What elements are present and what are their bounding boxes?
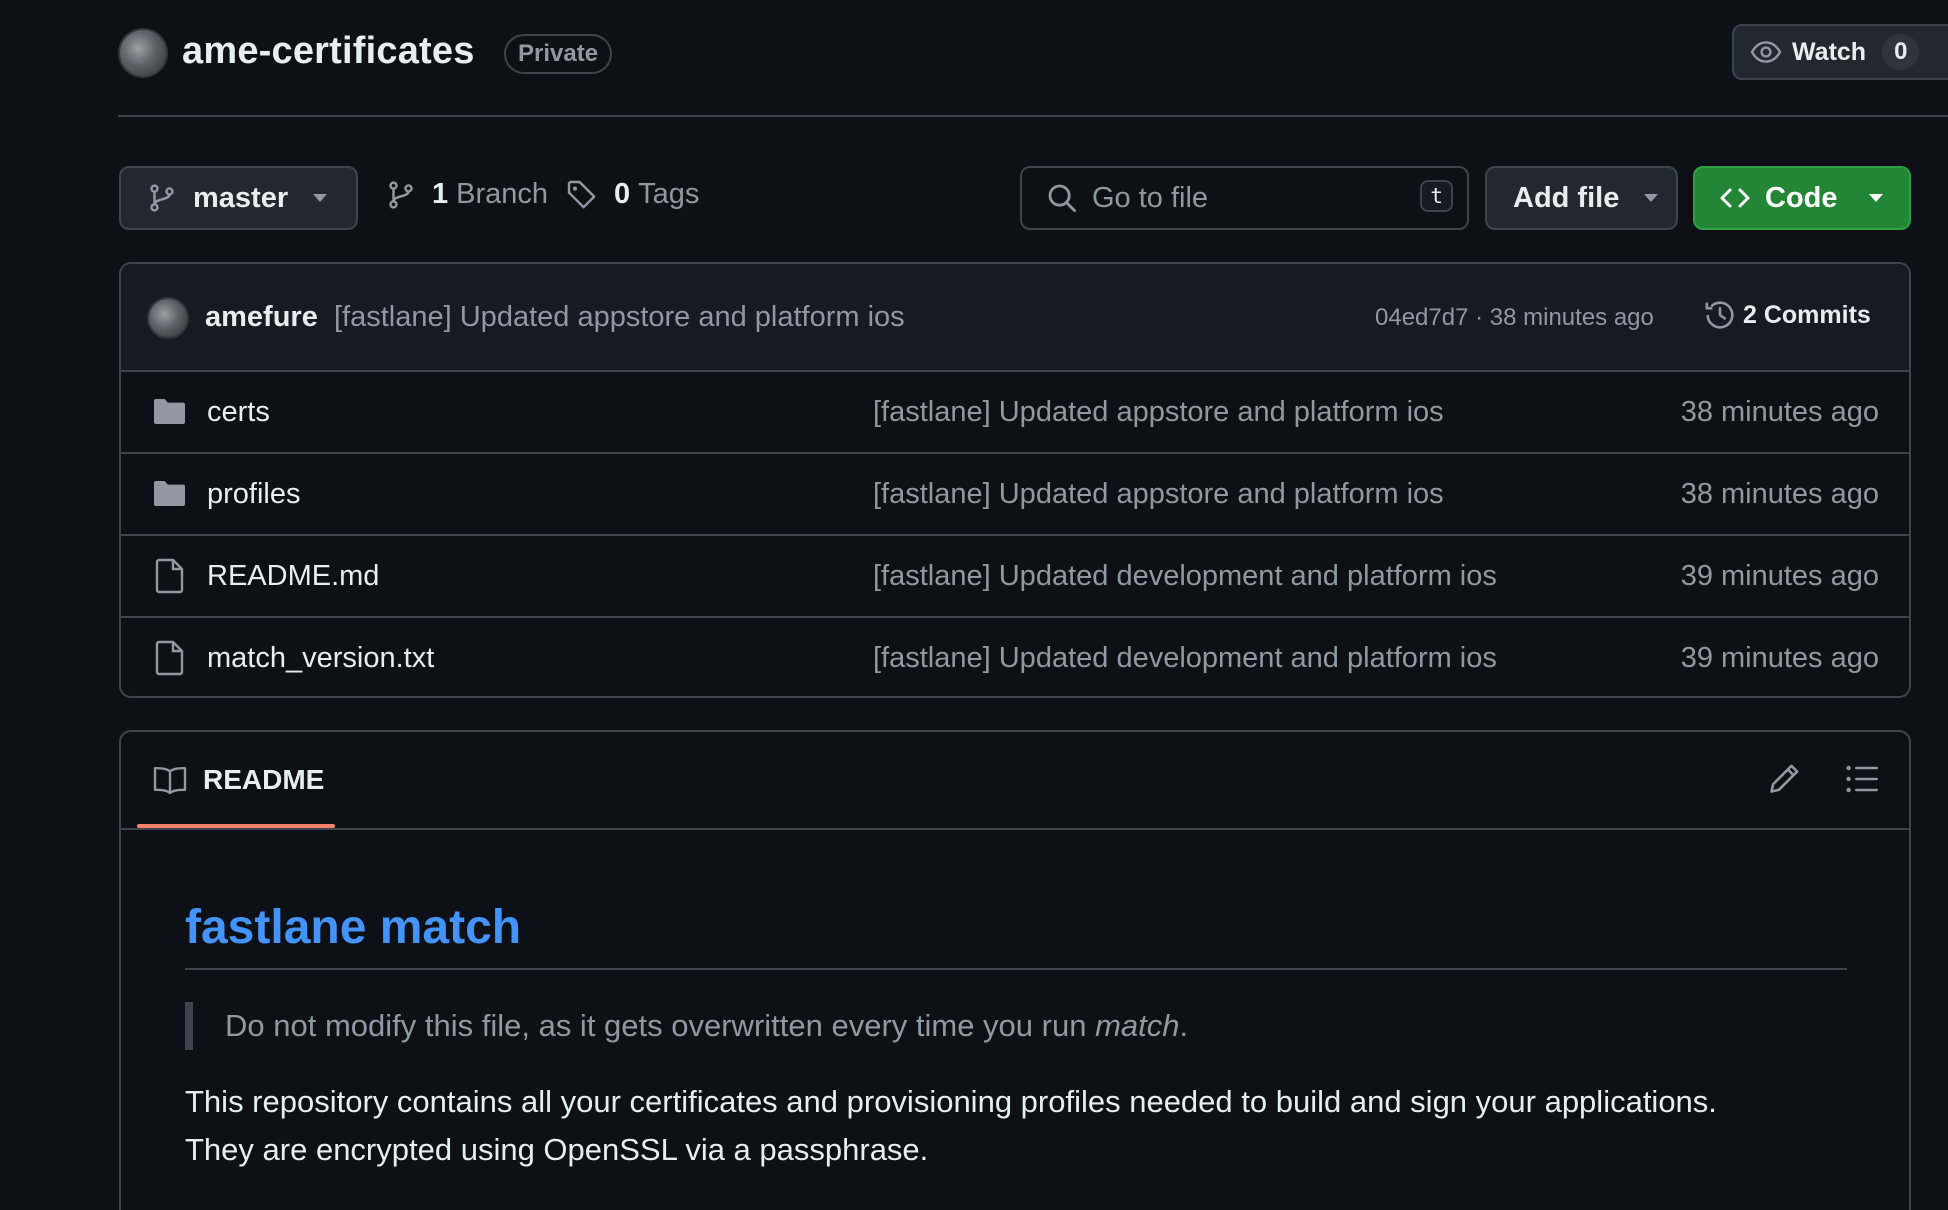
visibility-badge: Private — [504, 34, 613, 74]
tag-icon — [566, 179, 598, 211]
branch-selector[interactable]: master — [119, 166, 358, 230]
repo-name[interactable]: ame-certificates — [182, 30, 475, 73]
go-to-file-search[interactable]: Go to file t — [1020, 166, 1469, 230]
readme-panel: README fastlane match Do not modify this… — [119, 730, 1911, 1210]
watch-label: Watch — [1792, 37, 1867, 66]
readme-heading[interactable]: fastlane match — [185, 900, 521, 955]
caret-down-icon — [1868, 193, 1884, 203]
branch-count: 1 — [432, 178, 449, 210]
folder-icon — [153, 478, 187, 508]
file-name[interactable]: match_version.txt — [207, 642, 434, 675]
paragraph-line: This repository contains all your certif… — [185, 1084, 1717, 1119]
file-icon — [155, 558, 185, 594]
file-name[interactable]: certs — [207, 396, 270, 429]
folder-icon — [153, 396, 187, 426]
repo-owner-avatar[interactable] — [118, 28, 168, 78]
tags-link[interactable]: 0 Tags — [566, 178, 699, 211]
commit-message[interactable]: [fastlane] Updated appstore and platform… — [334, 301, 905, 334]
file-icon — [155, 640, 185, 676]
file-row[interactable]: README.md [fastlane] Updated development… — [121, 536, 1909, 618]
keyboard-shortcut-hint: t — [1420, 180, 1453, 212]
latest-commit-bar: amefure [fastlane] Updated appstore and … — [121, 264, 1909, 372]
blockquote-bar — [185, 1002, 193, 1050]
watch-button[interactable]: Watch 0 — [1732, 24, 1948, 80]
file-browser: amefure [fastlane] Updated appstore and … — [119, 262, 1911, 698]
paragraph-line: They are encrypted using OpenSSL via a p… — [185, 1132, 929, 1167]
branch-name: master — [193, 181, 289, 214]
readme-tab-label: README — [203, 764, 325, 795]
eye-icon — [1750, 36, 1782, 68]
outline-list-icon[interactable] — [1845, 764, 1879, 794]
header-divider — [118, 115, 1948, 117]
tag-count: 0 — [614, 178, 631, 210]
search-placeholder: Go to file — [1092, 181, 1209, 214]
code-brackets-icon — [1719, 182, 1751, 214]
file-row[interactable]: profiles [fastlane] Updated appstore and… — [121, 454, 1909, 536]
git-branch-icon — [386, 180, 416, 210]
file-commit-message[interactable]: [fastlane] Updated appstore and platform… — [873, 396, 1444, 429]
book-icon — [153, 765, 187, 795]
commits-history-link[interactable]: 2 Commits — [1703, 298, 1871, 332]
history-clock-icon — [1703, 298, 1737, 332]
file-commit-age: 38 minutes ago — [1680, 396, 1879, 428]
file-row[interactable]: certs [fastlane] Updated appstore and pl… — [121, 372, 1909, 454]
quote-suffix: . — [1179, 1008, 1189, 1043]
file-commit-age: 39 minutes ago — [1680, 642, 1879, 674]
branch-label: Branch — [456, 178, 549, 210]
file-commit-age: 39 minutes ago — [1680, 560, 1879, 592]
branches-link[interactable]: 1 Branch — [386, 178, 548, 211]
file-commit-message[interactable]: [fastlane] Updated appstore and platform… — [873, 478, 1444, 511]
active-tab-underline — [137, 824, 335, 828]
caret-down-icon — [312, 193, 328, 203]
file-commit-age: 38 minutes ago — [1680, 478, 1879, 510]
edit-pencil-icon[interactable] — [1767, 762, 1801, 796]
readme-blockquote: Do not modify this file, as it gets over… — [225, 1008, 1188, 1044]
file-name[interactable]: README.md — [207, 560, 379, 593]
file-commit-message[interactable]: [fastlane] Updated development and platf… — [873, 560, 1497, 593]
watch-count: 0 — [1882, 34, 1920, 70]
add-file-button[interactable]: Add file — [1485, 166, 1678, 230]
file-commit-message[interactable]: [fastlane] Updated development and platf… — [873, 642, 1497, 675]
caret-down-icon — [1643, 193, 1659, 203]
search-icon — [1046, 182, 1078, 214]
code-label: Code — [1765, 181, 1838, 214]
file-row[interactable]: match_version.txt [fastlane] Updated dev… — [121, 618, 1909, 696]
commit-author[interactable]: amefure — [205, 301, 318, 334]
tag-label: Tags — [638, 178, 700, 210]
readme-paragraph: This repository contains all your certif… — [185, 1078, 1885, 1174]
commit-author-avatar[interactable] — [147, 297, 189, 339]
heading-divider — [185, 968, 1847, 970]
add-file-label: Add file — [1513, 181, 1620, 214]
git-branch-icon — [147, 183, 177, 213]
quote-emphasis: match — [1095, 1008, 1180, 1043]
commits-count: 2 Commits — [1743, 300, 1871, 329]
commit-sha-time[interactable]: 04ed7d7 · 38 minutes ago — [1375, 304, 1654, 332]
code-button[interactable]: Code — [1693, 166, 1911, 230]
file-name[interactable]: profiles — [207, 478, 301, 511]
readme-tab[interactable]: README — [153, 764, 324, 796]
readme-header: README — [121, 732, 1909, 830]
quote-text: Do not modify this file, as it gets over… — [225, 1008, 1096, 1043]
